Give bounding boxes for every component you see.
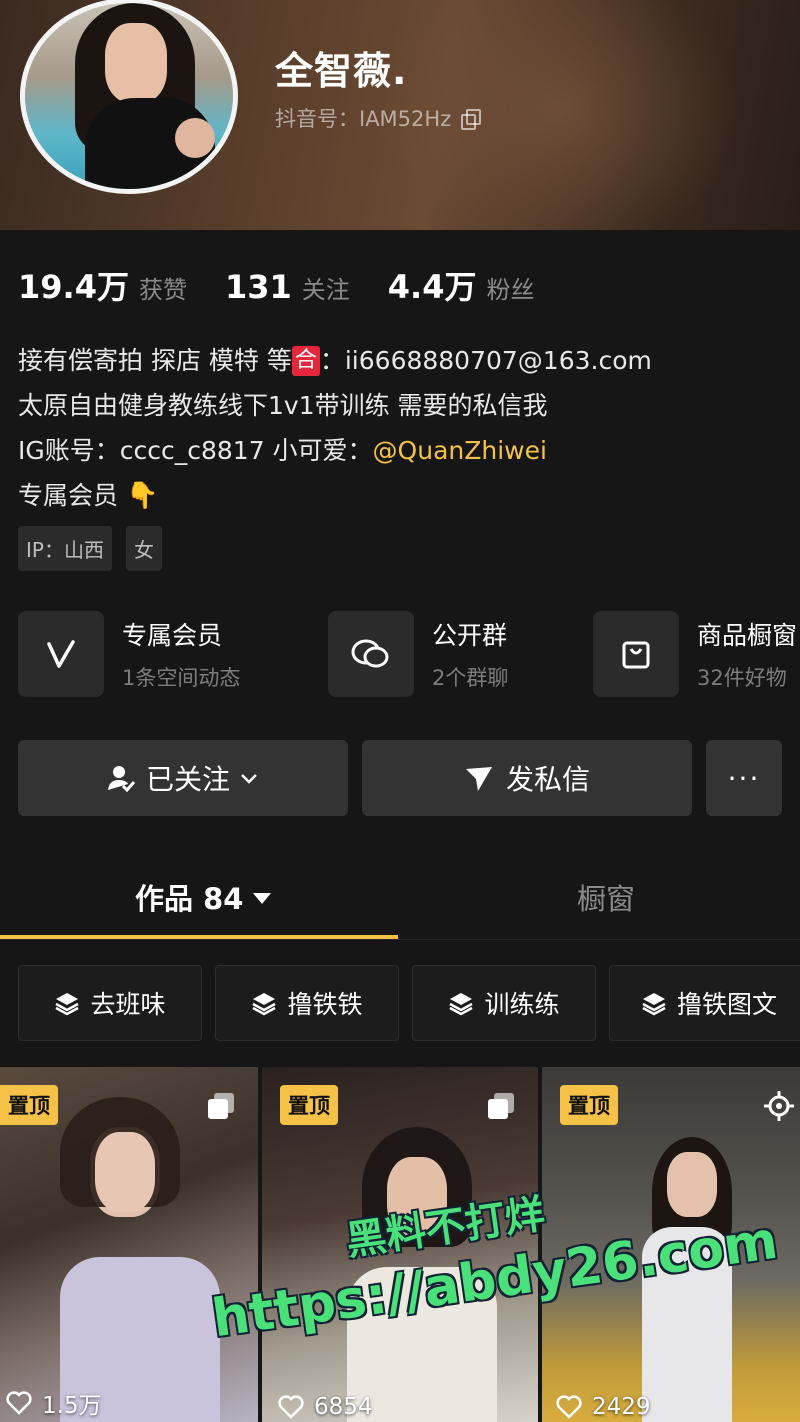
feature-subtitle: 2个群聊 <box>432 666 509 690</box>
like-number: 2429 <box>592 1394 651 1420</box>
collection-chip[interactable]: 去班味 <box>18 965 202 1041</box>
caret-down-icon <box>253 893 272 904</box>
feature-title: 专属会员 <box>122 621 223 650</box>
mention-link[interactable]: @QuanZhiwei <box>373 436 547 465</box>
layers-icon <box>252 993 277 1016</box>
bio-email: ：ii6668880707@163.com <box>319 346 652 375</box>
content-tabs: 作品 84 橱窗 <box>0 860 800 940</box>
active-tab-indicator <box>0 935 398 939</box>
like-count: 1.5万 <box>6 1386 102 1420</box>
collection-chip[interactable]: 撸铁图文 <box>609 965 800 1041</box>
multi-image-icon <box>488 1093 516 1121</box>
video-thumbnail[interactable]: 置顶 2429 <box>542 1067 800 1422</box>
v-icon <box>18 611 104 697</box>
tab-works[interactable]: 作品 84 <box>135 876 272 918</box>
like-number: 1.5万 <box>42 1393 102 1419</box>
collection-chips: 去班味 撸铁铁 训练练 撸铁图文 <box>18 965 800 1041</box>
pointing-down-icon: 👇 <box>125 481 159 511</box>
stat-label: 获赞 <box>138 276 187 304</box>
tab-window[interactable]: 橱窗 <box>577 876 635 918</box>
stat-label: 粉丝 <box>486 276 535 304</box>
follow-label: 已关注 <box>145 763 230 796</box>
pinned-badge: 置顶 <box>0 1085 58 1125</box>
heart-icon <box>556 1395 582 1419</box>
gear-icon <box>764 1091 794 1121</box>
collection-label: 去班味 <box>90 990 166 1019</box>
layers-icon <box>55 993 80 1016</box>
pinned-badge: 置顶 <box>560 1085 618 1125</box>
bio-line: 太原自由健身教练线下1v1带训练 需要的私信我 <box>18 391 548 420</box>
like-count: 2429 <box>556 1394 651 1420</box>
collection-label: 训练练 <box>484 990 560 1019</box>
stat-number: 131 <box>224 268 292 306</box>
feature-shop-window[interactable]: 商品橱窗 32件好物 <box>593 611 797 697</box>
feature-subtitle: 1条空间动态 <box>122 666 241 690</box>
like-number: 6854 <box>314 1394 373 1420</box>
stat-number: 4.4万 <box>387 268 477 306</box>
feature-subtitle: 32件好物 <box>697 666 787 690</box>
feature-cards: 专属会员 1条空间动态 公开群 2个群聊 商品橱窗 32件好物 <box>18 611 800 697</box>
followed-button[interactable]: 已关注 <box>18 740 348 816</box>
bio-line: 专属会员 👇 <box>18 473 652 519</box>
chat-bubbles-icon <box>328 611 414 697</box>
douyin-id-text: 抖音号：IAM52Hz <box>275 107 452 131</box>
send-icon <box>465 767 492 791</box>
profile-tags: IP：山西 女 <box>18 526 162 571</box>
video-grid: 置顶 1.5万 置顶 6854 置顶 2429 <box>0 1067 800 1422</box>
more-button[interactable]: ··· <box>706 740 782 816</box>
video-thumbnail[interactable]: 置顶 6854 <box>262 1067 538 1422</box>
douyin-id[interactable]: 抖音号：IAM52Hz <box>275 103 482 133</box>
bio-text: 接有偿寄拍 探店 模特 等 <box>18 346 292 375</box>
copy-icon[interactable] <box>461 109 482 130</box>
bio-line: IG账号：cccc_c8817 小可爱：@QuanZhiwei <box>18 428 652 473</box>
profile-name: 全智薇. <box>275 49 408 93</box>
stat-likes[interactable]: 19.4万 获赞 <box>18 262 187 308</box>
pinned-badge: 置顶 <box>280 1085 338 1125</box>
bio-text: IG账号：cccc_c8817 小可爱： <box>18 436 373 465</box>
collection-label: 撸铁图文 <box>676 990 777 1019</box>
ip-location-tag: IP：山西 <box>18 526 112 571</box>
heart-icon <box>6 1391 32 1415</box>
chevron-down-icon <box>241 774 257 784</box>
avatar[interactable] <box>20 0 238 194</box>
shopping-bag-icon <box>593 611 679 697</box>
collection-chip[interactable]: 撸铁铁 <box>215 965 399 1041</box>
feature-public-group[interactable]: 公开群 2个群聊 <box>328 611 508 697</box>
bio-line: 接有偿寄拍 探店 模特 等合：ii6668880707@163.com <box>18 338 652 383</box>
feature-title: 公开群 <box>432 621 508 650</box>
gender-tag: 女 <box>125 526 162 571</box>
tab-works-label: 作品 84 <box>135 882 244 916</box>
collection-label: 撸铁铁 <box>287 990 363 1019</box>
stat-followers[interactable]: 4.4万 粉丝 <box>388 262 535 308</box>
layers-icon <box>642 993 666 1016</box>
profile-bio: 接有偿寄拍 探店 模特 等合：ii6668880707@163.com 太原自由… <box>18 338 652 519</box>
collection-chip[interactable]: 训练练 <box>412 965 596 1041</box>
message-label: 发私信 <box>505 763 590 796</box>
feature-exclusive-member[interactable]: 专属会员 1条空间动态 <box>18 611 240 697</box>
action-buttons: 已关注 发私信 ··· <box>18 740 782 816</box>
send-message-button[interactable]: 发私信 <box>362 740 692 816</box>
profile-stats: 19.4万 获赞 131 关注 4.4万 粉丝 <box>18 262 572 308</box>
layers-icon <box>449 993 474 1016</box>
video-thumbnail[interactable]: 置顶 1.5万 <box>0 1067 258 1422</box>
like-count: 6854 <box>278 1394 373 1420</box>
stat-number: 19.4万 <box>18 268 129 306</box>
stat-following[interactable]: 131 关注 <box>225 268 350 306</box>
cooperation-badge: 合 <box>291 346 320 376</box>
feature-title: 商品橱窗 <box>697 621 798 650</box>
bio-text: 专属会员 <box>18 481 119 510</box>
heart-icon <box>278 1395 304 1419</box>
stat-label: 关注 <box>301 276 350 304</box>
user-check-icon <box>107 766 136 793</box>
multi-image-icon <box>208 1093 236 1121</box>
